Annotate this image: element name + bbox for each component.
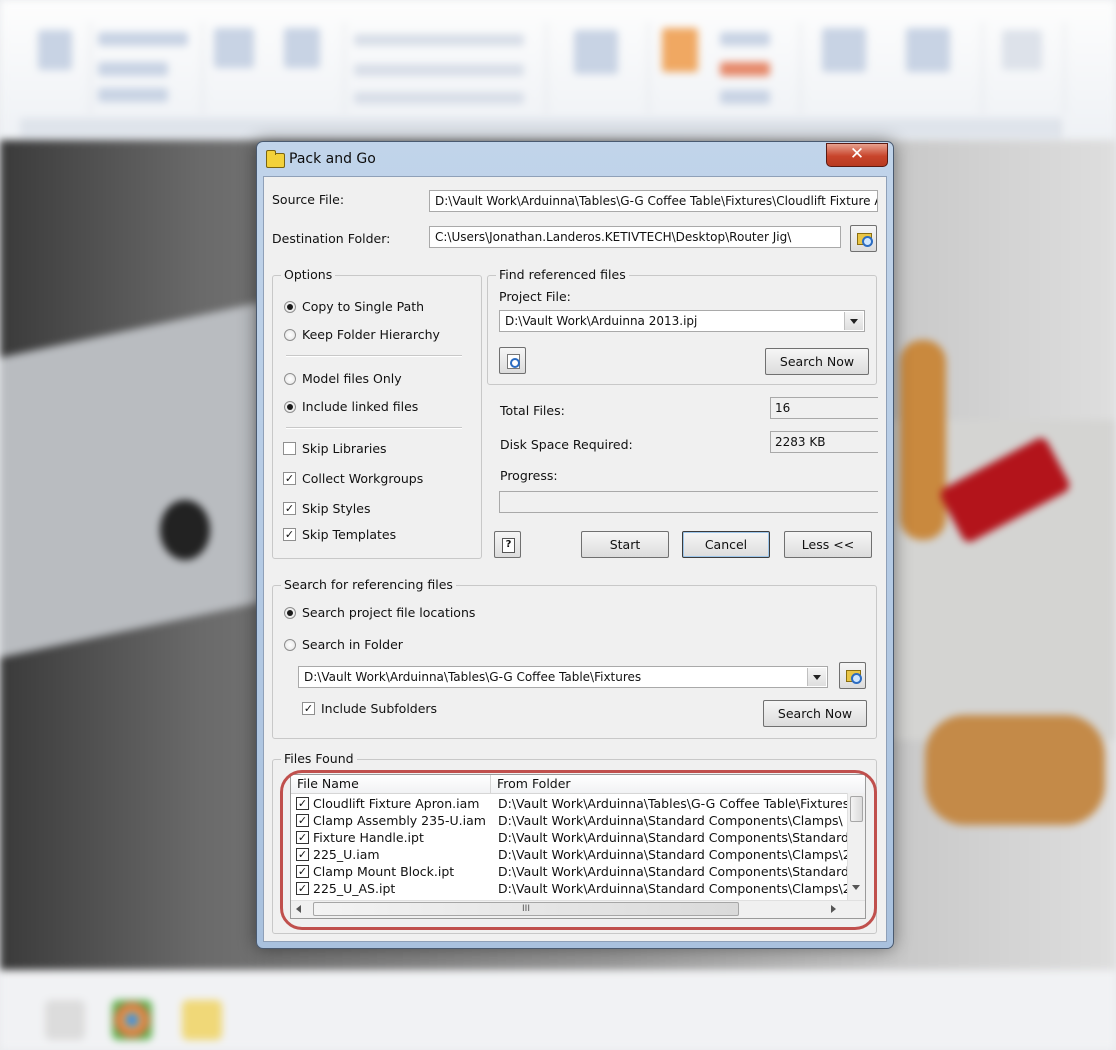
search-in-folder-label[interactable]: Search in Folder <box>302 637 403 652</box>
ribbon-group <box>802 22 983 114</box>
taskbar-icon <box>45 1000 85 1040</box>
ribbon <box>0 0 1116 141</box>
search-in-folder-radio[interactable] <box>284 639 296 651</box>
model-plate <box>0 302 260 658</box>
search-project-locations-label[interactable]: Search project file locations <box>302 605 475 620</box>
destination-folder-field[interactable]: C:\Users\Jonathan.Landeros.KETIVTECH\Des… <box>429 226 841 248</box>
progress-bar <box>499 491 878 513</box>
files-found-highlight <box>280 770 877 930</box>
skip-templates-checkbox[interactable]: ✓ <box>283 528 296 541</box>
model-files-only-label[interactable]: Model files Only <box>302 371 402 386</box>
help-button[interactable]: ? <box>494 531 521 558</box>
ribbon-group <box>204 22 345 114</box>
model-handle <box>900 340 946 540</box>
collect-workgroups-checkbox[interactable]: ✓ <box>283 472 296 485</box>
search-now-folder-button[interactable]: Search Now <box>763 700 867 727</box>
model-files-only-radio[interactable] <box>284 373 296 385</box>
include-linked-files-label[interactable]: Include linked files <box>302 399 418 414</box>
skip-styles-checkbox[interactable]: ✓ <box>283 502 296 515</box>
divider <box>286 427 462 429</box>
ribbon-group <box>984 22 1065 114</box>
ribbon-group <box>346 22 547 114</box>
search-folder-value: D:\Vault Work\Arduinna\Tables\G-G Coffee… <box>304 670 642 684</box>
find-file-icon <box>507 354 520 369</box>
total-files-label: Total Files: <box>500 403 565 418</box>
browse-folder-icon <box>857 233 873 247</box>
skip-templates-label[interactable]: Skip Templates <box>302 527 396 542</box>
start-button[interactable]: Start <box>581 531 669 558</box>
project-file-value: D:\Vault Work\Arduinna 2013.ipj <box>505 314 698 328</box>
search-referencing-legend: Search for referencing files <box>281 577 456 592</box>
browse-search-folder-button[interactable] <box>839 662 866 689</box>
find-referenced-legend: Find referenced files <box>496 267 629 282</box>
dialog-title: Pack and Go <box>289 151 376 167</box>
ribbon-group <box>548 22 649 114</box>
source-file-field[interactable]: D:\Vault Work\Arduinna\Tables\G-G Coffee… <box>429 190 878 212</box>
skip-libraries-checkbox[interactable] <box>283 442 296 455</box>
copy-single-path-label[interactable]: Copy to Single Path <box>302 299 424 314</box>
title-bar[interactable]: Pack and Go ✕ <box>257 142 893 176</box>
disk-space-value: 2283 KB <box>770 431 878 453</box>
search-folder-dropdown[interactable]: D:\Vault Work\Arduinna\Tables\G-G Coffee… <box>298 666 828 688</box>
options-group: Options <box>272 267 482 559</box>
skip-libraries-label[interactable]: Skip Libraries <box>302 441 387 456</box>
model-block <box>925 715 1105 825</box>
skip-styles-label[interactable]: Skip Styles <box>302 501 370 516</box>
browse-project-button[interactable] <box>499 347 526 374</box>
progress-label: Progress: <box>500 468 558 483</box>
source-file-label: Source File: <box>272 192 345 207</box>
project-file-dropdown[interactable]: D:\Vault Work\Arduinna 2013.ipj <box>499 310 865 332</box>
copy-single-path-radio[interactable] <box>284 301 296 313</box>
less-button[interactable]: Less << <box>784 531 872 558</box>
model-knob <box>160 500 210 560</box>
disk-space-label: Disk Space Required: <box>500 437 633 452</box>
ribbon-group <box>20 22 91 114</box>
close-button[interactable]: ✕ <box>826 143 888 167</box>
chevron-down-icon[interactable] <box>844 312 863 330</box>
browse-destination-button[interactable] <box>850 225 877 252</box>
cancel-button[interactable]: Cancel <box>682 531 770 558</box>
ribbon-labels <box>20 118 1061 138</box>
ribbon-group <box>92 22 203 114</box>
include-subfolders-checkbox[interactable]: ✓ <box>302 702 315 715</box>
keep-folder-hierarchy-radio[interactable] <box>284 329 296 341</box>
include-subfolders-label[interactable]: Include Subfolders <box>321 701 437 716</box>
chevron-down-icon[interactable] <box>807 668 826 686</box>
ribbon-group <box>650 22 801 114</box>
project-file-label: Project File: <box>499 289 571 304</box>
taskbar-icon <box>182 1000 222 1040</box>
keep-folder-hierarchy-label[interactable]: Keep Folder Hierarchy <box>302 327 440 342</box>
browse-folder-icon <box>846 670 862 684</box>
taskbar <box>0 970 1116 1050</box>
help-icon: ? <box>502 538 515 553</box>
total-files-value: 16 <box>770 397 878 419</box>
divider <box>286 355 462 357</box>
search-now-referenced-button[interactable]: Search Now <box>765 348 869 375</box>
collect-workgroups-label[interactable]: Collect Workgroups <box>302 471 423 486</box>
options-legend: Options <box>281 267 336 282</box>
files-found-legend: Files Found <box>281 751 357 766</box>
taskbar-icon <box>112 1000 152 1040</box>
folder-icon <box>266 150 285 168</box>
destination-folder-label: Destination Folder: <box>272 231 391 246</box>
include-linked-files-radio[interactable] <box>284 401 296 413</box>
search-project-locations-radio[interactable] <box>284 607 296 619</box>
